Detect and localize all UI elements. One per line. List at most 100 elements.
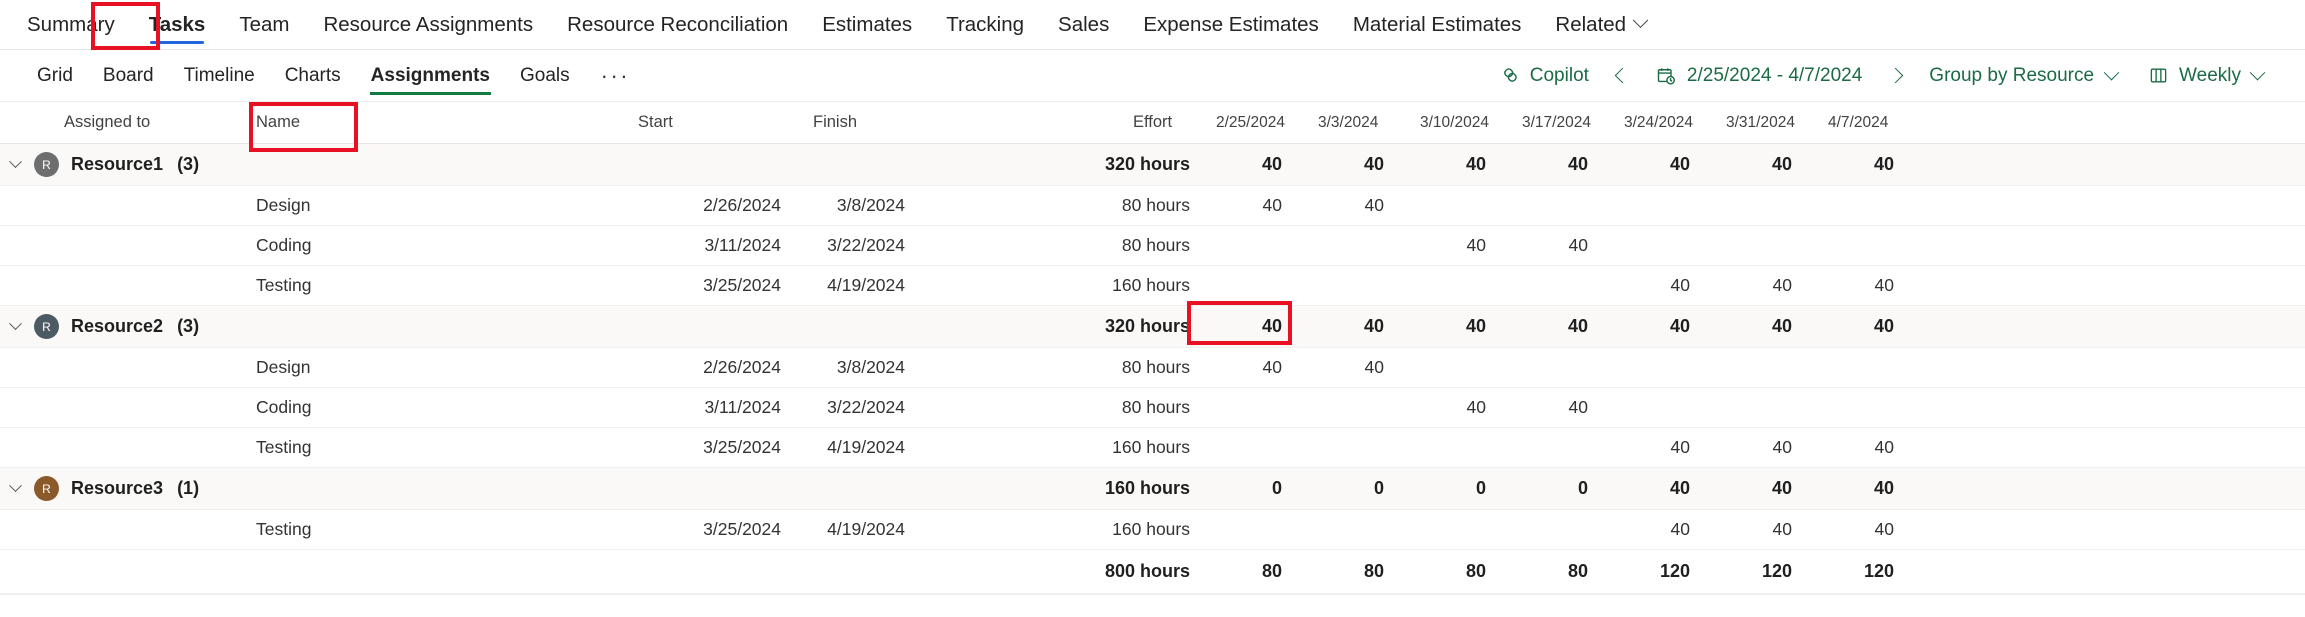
group-effort-cell: 320 hours bbox=[1104, 154, 1190, 174]
task-week-cell[interactable]: 40 bbox=[1718, 437, 1820, 458]
task-week-cell[interactable]: 40 bbox=[1310, 357, 1412, 378]
period-selector[interactable]: Weekly bbox=[2133, 56, 2279, 96]
task-week-cell[interactable]: 40 bbox=[1412, 397, 1514, 418]
group-week-cell: 40 bbox=[1669, 316, 1690, 336]
view-tab-goals[interactable]: Goals bbox=[505, 50, 585, 102]
column-header-week[interactable]: 2/25/2024 bbox=[1208, 114, 1310, 132]
group-by-selector[interactable]: Group by Resource bbox=[1913, 56, 2133, 96]
copilot-button[interactable]: Copilot bbox=[1484, 56, 1605, 96]
task-effort-cell: 160 hours bbox=[1112, 275, 1190, 295]
nav-tab-label: Material Estimates bbox=[1352, 12, 1522, 36]
task-week-cell[interactable]: 40 bbox=[1310, 195, 1412, 216]
nav-tab-related[interactable]: Related bbox=[1538, 0, 1663, 50]
view-tab-assignments[interactable]: Assignments bbox=[356, 50, 505, 102]
column-header-assigned-to[interactable]: Assigned to bbox=[30, 113, 220, 132]
view-tab-grid[interactable]: Grid bbox=[22, 50, 88, 102]
task-effort-cell: 80 hours bbox=[1121, 397, 1190, 417]
task-week-cell[interactable]: 40 bbox=[1820, 437, 1922, 458]
chevron-down-icon bbox=[8, 479, 22, 493]
task-row[interactable]: Testing 3/25/2024 4/19/2024 160 hours 40 40 40 bbox=[0, 266, 2305, 306]
group-week-cell: 40 bbox=[1669, 478, 1690, 498]
group-week-cell: 40 bbox=[1465, 316, 1486, 336]
task-row[interactable]: Testing 3/25/2024 4/19/2024 160 hours 40 40 40 bbox=[0, 428, 2305, 468]
task-week-cell[interactable]: 40 bbox=[1718, 275, 1820, 296]
nav-tab-estimates[interactable]: Estimates bbox=[805, 0, 929, 50]
task-effort-cell: 160 hours bbox=[1112, 437, 1190, 457]
group-effort-cell: 320 hours bbox=[1104, 316, 1190, 336]
task-week-cell[interactable]: 40 bbox=[1616, 437, 1718, 458]
task-name-cell[interactable]: Testing bbox=[220, 519, 630, 540]
task-name-cell[interactable]: Coding bbox=[220, 235, 630, 256]
nav-tab-resource-assignments[interactable]: Resource Assignments bbox=[306, 0, 550, 50]
nav-tab-team[interactable]: Team bbox=[222, 0, 306, 50]
task-finish-cell: 3/22/2024 bbox=[827, 235, 905, 255]
expand-collapse-toggle[interactable] bbox=[0, 155, 30, 169]
avatar: R bbox=[34, 314, 59, 339]
task-row[interactable]: Coding 3/11/2024 3/22/2024 80 hours 40 40 bbox=[0, 226, 2305, 266]
column-header-effort[interactable]: Effort bbox=[983, 113, 1208, 132]
date-range-selector[interactable]: 2/25/2024 - 4/7/2024 bbox=[1640, 56, 1878, 96]
command-bar-right-tools: Copilot 2/25/2024 - 4/7/2024 Group by Re… bbox=[1484, 56, 2305, 96]
view-tab-timeline[interactable]: Timeline bbox=[169, 50, 270, 102]
task-name-cell[interactable]: Design bbox=[220, 195, 630, 216]
task-week-cell[interactable]: 40 bbox=[1514, 397, 1616, 418]
group-week-cell: 0 bbox=[1271, 478, 1282, 498]
view-tab-label: Timeline bbox=[183, 64, 255, 86]
task-week-cell[interactable]: 40 bbox=[1820, 275, 1922, 296]
view-tab-board[interactable]: Board bbox=[88, 50, 169, 102]
task-row[interactable]: Design 2/26/2024 3/8/2024 80 hours 40 40 bbox=[0, 348, 2305, 388]
task-finish-cell: 3/22/2024 bbox=[827, 397, 905, 417]
column-header-start[interactable]: Start bbox=[630, 113, 805, 132]
next-period-button[interactable] bbox=[1878, 67, 1913, 84]
column-header-finish[interactable]: Finish bbox=[805, 113, 983, 132]
nav-tab-tracking[interactable]: Tracking bbox=[929, 0, 1041, 50]
column-header-week[interactable]: 4/7/2024 bbox=[1820, 114, 1922, 132]
task-week-cell[interactable]: 40 bbox=[1616, 519, 1718, 540]
task-week-cell[interactable]: 40 bbox=[1208, 195, 1310, 216]
column-header-name[interactable]: Name bbox=[220, 113, 630, 132]
column-header-week[interactable]: 3/3/2024 bbox=[1310, 114, 1412, 132]
task-week-cell[interactable]: 40 bbox=[1208, 357, 1310, 378]
task-week-cell[interactable]: 40 bbox=[1718, 519, 1820, 540]
task-start-cell: 3/25/2024 bbox=[703, 275, 781, 295]
nav-tab-expense-estimates[interactable]: Expense Estimates bbox=[1126, 0, 1335, 50]
expand-collapse-toggle[interactable] bbox=[0, 317, 30, 331]
copilot-icon bbox=[1500, 65, 1521, 86]
more-views-button[interactable]: ··· bbox=[585, 50, 646, 102]
group-week-cell: 40 bbox=[1771, 154, 1792, 174]
task-name-cell[interactable]: Coding bbox=[220, 397, 630, 418]
grid-total-row: 800 hours 80 80 80 80 120 120 120 bbox=[0, 550, 2305, 594]
group-week-cell: 40 bbox=[1567, 316, 1588, 336]
resource-group-row[interactable]: R Resource1 (3) 320 hours 40 40 40 40 40 40 40 bbox=[0, 144, 2305, 186]
column-header-week[interactable]: 3/17/2024 bbox=[1514, 114, 1616, 132]
nav-tab-resource-reconciliation[interactable]: Resource Reconciliation bbox=[550, 0, 805, 50]
task-name-cell[interactable]: Design bbox=[220, 357, 630, 378]
task-row[interactable]: Coding 3/11/2024 3/22/2024 80 hours 40 40 bbox=[0, 388, 2305, 428]
task-week-cell[interactable]: 40 bbox=[1616, 275, 1718, 296]
resource-group-row[interactable]: R Resource3 (1) 160 hours 0 0 0 0 40 40 40 bbox=[0, 468, 2305, 510]
group-week-cell: 40 bbox=[1363, 316, 1384, 336]
column-header-week[interactable]: 3/31/2024 bbox=[1718, 114, 1820, 132]
task-name-cell[interactable]: Testing bbox=[220, 275, 630, 296]
previous-period-button[interactable] bbox=[1605, 67, 1640, 84]
resource-group-row[interactable]: R Resource2 (3) 320 hours 40 40 40 40 40 40 40 bbox=[0, 306, 2305, 348]
view-tab-label: Goals bbox=[519, 64, 570, 86]
nav-tab-summary[interactable]: Summary bbox=[10, 0, 132, 50]
nav-tab-tasks[interactable]: Tasks bbox=[132, 0, 223, 50]
task-week-cell[interactable]: 40 bbox=[1820, 519, 1922, 540]
nav-tab-label: Sales bbox=[1058, 12, 1110, 36]
group-week-cell: 40 bbox=[1465, 154, 1486, 174]
view-tab-charts[interactable]: Charts bbox=[270, 50, 356, 102]
task-week-cell[interactable]: 40 bbox=[1412, 235, 1514, 256]
expand-collapse-toggle[interactable] bbox=[0, 479, 30, 493]
view-command-bar: Grid Board Timeline Charts Assignments Goals … bbox=[0, 50, 2305, 152]
nav-tab-material-estimates[interactable]: Material Estimates bbox=[1336, 0, 1539, 50]
nav-tab-sales[interactable]: Sales bbox=[1041, 0, 1126, 50]
task-name-cell[interactable]: Testing bbox=[220, 437, 630, 458]
task-row[interactable]: Design 2/26/2024 3/8/2024 80 hours 40 40 bbox=[0, 186, 2305, 226]
column-header-week[interactable]: 3/10/2024 bbox=[1412, 114, 1514, 132]
grid-bottom-rule bbox=[0, 594, 2305, 595]
column-header-week[interactable]: 3/24/2024 bbox=[1616, 114, 1718, 132]
task-row[interactable]: Testing 3/25/2024 4/19/2024 160 hours 40 40 40 bbox=[0, 510, 2305, 550]
task-week-cell[interactable]: 40 bbox=[1514, 235, 1616, 256]
